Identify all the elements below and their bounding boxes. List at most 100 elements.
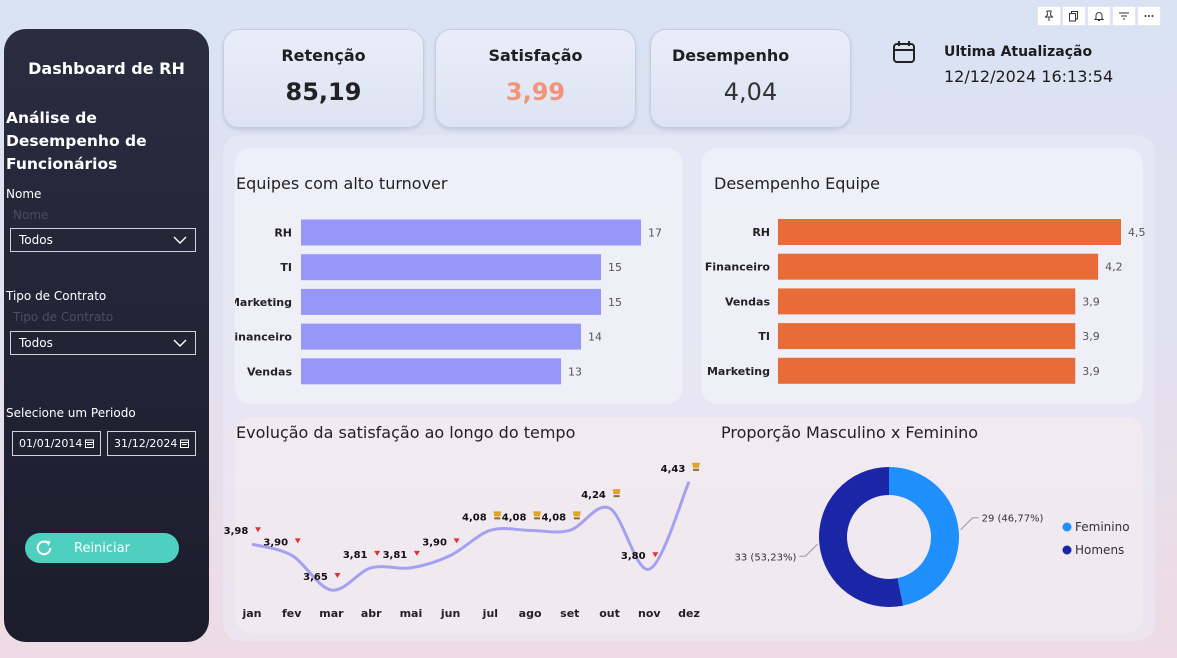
turnover-card: Equipes com alto turnover RH 17 TI 15 Market… [235,148,683,404]
trophy-icon [493,511,502,517]
bar [301,323,581,350]
data-label: 4,43 [661,464,686,475]
x-tick-label: jun [440,607,460,620]
slice-label: 29 (46,77%) [982,514,1044,525]
category-label: Marketing [707,365,770,378]
satisfaction-line-chart: jan fev mar abr mai jun jul ago set out nov dez 3,98… [224,462,700,620]
bar-value-label: 3,9 [1082,365,1100,378]
copy-icon[interactable] [1062,6,1086,26]
bell-icon[interactable] [1087,6,1111,26]
data-label: 3,98 [224,526,249,537]
more-icon[interactable] [1137,6,1161,26]
category-label: Vendas [725,295,771,308]
trophy-icon [692,462,700,468]
x-tick-label: nov [638,607,661,620]
bar [301,358,561,385]
bar [301,219,641,246]
bar-value-label: 17 [648,227,662,240]
x-tick-label: ago [519,607,542,620]
date-end-input[interactable]: 31/12/2024 [107,431,196,456]
kpi-desempenho: Desempenho 4,04 [650,29,851,128]
pin-icon[interactable] [1037,6,1061,26]
down-arrow-icon [294,538,301,544]
reset-button[interactable]: Reiniciar [25,533,179,563]
down-arrow-icon [374,550,381,556]
filter-icon[interactable] [1112,6,1136,26]
category-label: TI [758,330,770,343]
filter-name-select[interactable]: Todos [10,228,196,252]
kpi-title: Desempenho [672,46,790,65]
trophy-base [613,495,620,498]
category-label: RH [752,226,770,239]
data-label: 4,08 [462,512,487,523]
visual-toolbar [1037,6,1161,26]
data-label: 3,90 [263,537,288,548]
data-label: 4,08 [541,512,566,523]
bottom-card: Evolução da satisfação ao longo do tempo… [224,417,1143,633]
down-arrow-icon [652,552,659,558]
kpi-retencao: Retenção 85,19 [223,29,424,128]
filter-contract-select[interactable]: Todos [10,331,196,355]
filter-name-value: Todos [19,233,53,247]
down-arrow-icon [453,538,460,544]
data-label: 4,08 [502,512,527,523]
trophy-base [494,517,501,520]
down-arrow-icon [413,550,420,556]
leader-line [799,543,818,557]
trophy-icon [572,511,581,517]
period-label: Selecione um Periodo [6,406,136,420]
calendar-icon [893,41,915,63]
update-value: 12/12/2024 16:13:54 [944,67,1114,86]
bar-value-label: 3,9 [1082,330,1100,343]
chevron-down-icon [173,236,187,244]
x-tick-label: set [560,607,579,620]
bar-value-label: 15 [608,296,622,309]
legend-marker [1062,522,1072,532]
turnover-chart: RH 17 TI 15 Marketing 15 Financeiro 14 Vendas 13 [235,219,662,385]
trophy-icon [612,489,621,495]
bar [301,288,601,315]
bar [778,323,1076,350]
category-label: TI [280,261,292,274]
kpi-value: 4,04 [723,78,778,106]
category-label: Financeiro [705,261,771,274]
category-label: Financeiro [235,331,292,344]
trophy-icon [533,511,542,517]
filter-contract-ghost: Tipo de Contrato [13,310,114,324]
filter-name-ghost: Nome [13,208,49,222]
refresh-icon [36,540,52,556]
chevron-down-icon [173,339,187,347]
trophy-base [573,517,580,520]
bar-value-label: 3,9 [1082,295,1100,308]
calendar-icon [85,439,94,448]
filter-contract-label: Tipo de Contrato [6,289,107,303]
x-tick-label: dez [678,607,700,620]
data-label: 3,81 [383,550,408,561]
data-label: 3,90 [422,537,447,548]
x-tick-label: mar [319,607,344,620]
kpi-value: 3,99 [505,78,566,106]
date-start-input[interactable]: 01/01/2014 [12,431,101,456]
bar [301,254,601,281]
leader-line [960,517,979,531]
dashboard-subtitle: Análise de Desempenho de Funcionários [6,109,147,173]
bar [778,357,1076,384]
kpi-title: Retenção [281,46,366,65]
team-performance-chart: RH 4,5 Financeiro 4,2 Vendas 3,9 TI 3,9 Marketin… [705,219,1146,384]
bar [778,288,1076,315]
bar-value-label: 4,2 [1105,261,1123,274]
dashboard-title: Dashboard de RH [28,59,185,78]
bar-value-label: 4,5 [1128,226,1146,239]
calendar-icon [180,439,189,448]
data-label: 4,24 [581,490,606,501]
reset-label: Reiniciar [74,540,130,556]
date-start-value: 01/01/2014 [19,437,83,450]
trophy-base [534,517,541,520]
x-tick-label: jul [482,607,498,620]
date-end-value: 31/12/2024 [114,437,178,450]
filter-contract-value: Todos [19,336,53,350]
trophy-base [693,468,699,471]
down-arrow-icon [334,573,341,579]
data-label: 3,81 [343,550,368,561]
x-tick-label: out [599,607,620,620]
